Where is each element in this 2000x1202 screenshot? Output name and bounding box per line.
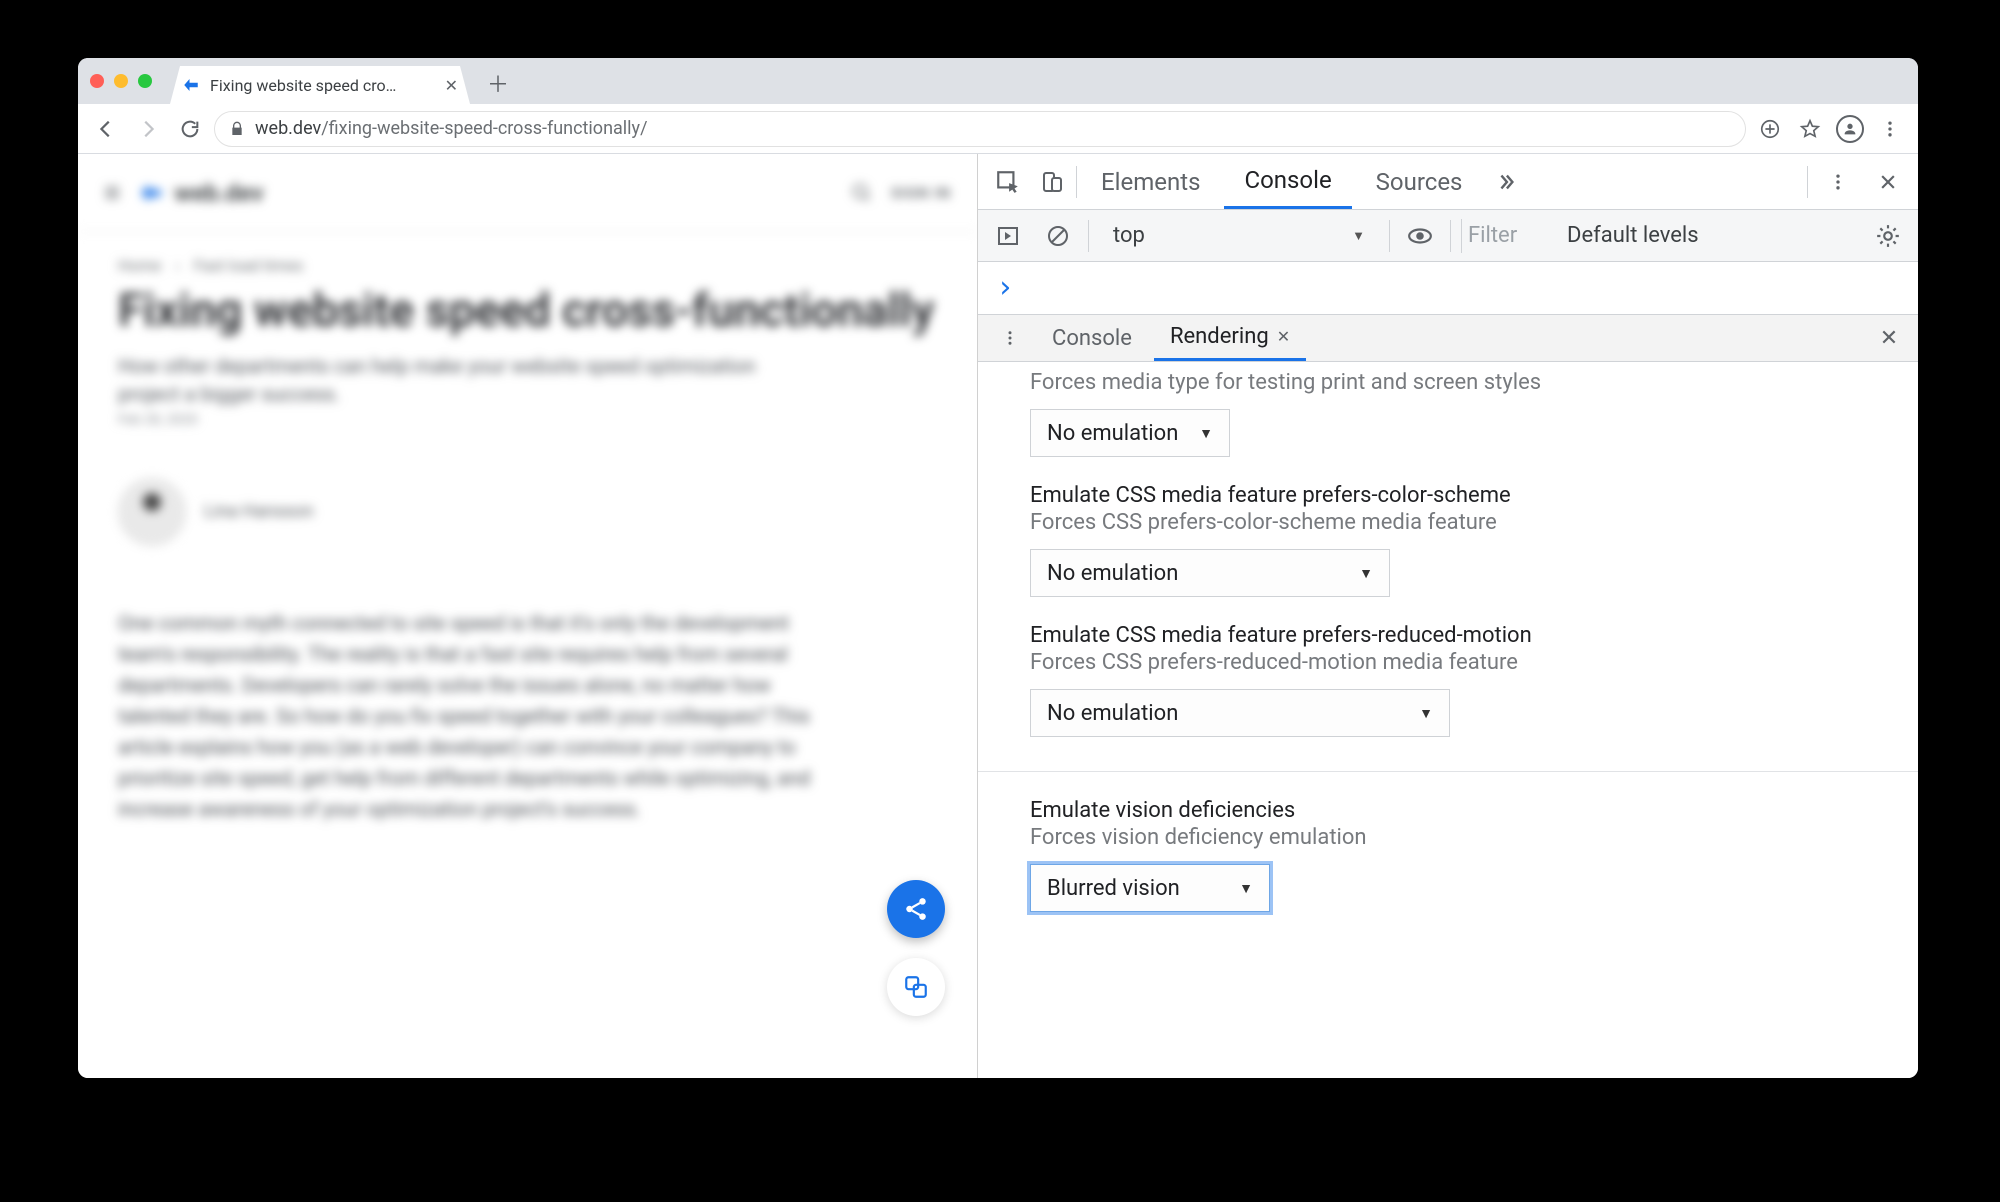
media-type-select[interactable]: No emulation▼ [1030, 409, 1230, 457]
more-tabs-icon[interactable] [1486, 162, 1526, 202]
vision-deficiencies-select[interactable]: Blurred vision▼ [1030, 864, 1270, 912]
rendering-drawer: Forces media type for testing print and … [978, 362, 1918, 1078]
site-brand[interactable]: web.dev [138, 179, 263, 207]
article-body: One common myth connected to site speed … [78, 546, 878, 825]
window-controls [90, 74, 152, 88]
vision-deficiencies-desc: Forces vision deficiency emulation [1030, 825, 1866, 850]
device-toolbar-icon[interactable] [1032, 162, 1072, 202]
reload-button[interactable] [172, 111, 208, 147]
minimize-window[interactable] [114, 74, 128, 88]
url-text: web.dev/fixing-website-speed-cross-funct… [255, 118, 648, 139]
drawer-menu-icon[interactable] [990, 318, 1030, 358]
browser-toolbar: web.dev/fixing-website-speed-cross-funct… [78, 104, 1918, 154]
console-toolbar: top▼ Filter Default levels [978, 210, 1918, 262]
prefers-color-scheme-title: Emulate CSS media feature prefers-color-… [1030, 483, 1866, 508]
vision-deficiencies-title: Emulate vision deficiencies [1030, 798, 1866, 823]
inspect-element-icon[interactable] [988, 162, 1028, 202]
devtools-menu-icon[interactable] [1818, 162, 1858, 202]
drawer-close-icon[interactable]: ✕ [1872, 326, 1906, 351]
favicon-icon [182, 76, 200, 94]
menu-icon[interactable]: ≡ [104, 176, 120, 209]
install-app-icon[interactable] [1752, 111, 1788, 147]
console-prompt[interactable]: › [978, 262, 1918, 314]
profile-button[interactable] [1832, 111, 1868, 147]
clear-console-icon[interactable] [1038, 216, 1078, 256]
chevron-right-icon: › [175, 256, 180, 275]
console-sidebar-toggle-icon[interactable] [988, 216, 1028, 256]
close-window[interactable] [90, 74, 104, 88]
tab-console[interactable]: Console [1224, 154, 1351, 209]
console-settings-icon[interactable] [1868, 216, 1908, 256]
secure-lock-icon [229, 121, 245, 137]
translate-fab[interactable] [887, 958, 945, 1016]
log-levels-select[interactable]: Default levels [1557, 223, 1709, 248]
forward-button[interactable] [130, 111, 166, 147]
browser-tab[interactable]: Fixing website speed cross-fu ✕ [170, 66, 470, 104]
address-bar[interactable]: web.dev/fixing-website-speed-cross-funct… [214, 111, 1746, 147]
devtools-panel: Elements Console Sources [978, 154, 1918, 1078]
prefers-color-scheme-select[interactable]: No emulation▼ [1030, 549, 1390, 597]
breadcrumb: Home › Fast load times [78, 232, 977, 275]
prefers-reduced-motion-desc: Forces CSS prefers-reduced-motion media … [1030, 650, 1866, 675]
tab-sources[interactable]: Sources [1356, 154, 1483, 209]
author-name: Lina Hansson [204, 501, 314, 522]
prefers-color-scheme-desc: Forces CSS prefers-color-scheme media fe… [1030, 510, 1866, 535]
media-type-desc: Forces media type for testing print and … [1030, 370, 1866, 395]
sign-in-link[interactable]: SIGN IN [891, 184, 951, 202]
live-expression-icon[interactable] [1400, 216, 1440, 256]
console-filter-input[interactable]: Filter [1461, 219, 1547, 253]
new-tab-button[interactable]: ＋ [484, 69, 512, 97]
tab-elements[interactable]: Elements [1081, 154, 1220, 209]
devtools-tabs: Elements Console Sources [978, 154, 1918, 210]
share-fab[interactable] [887, 880, 945, 938]
browser-window: Fixing website speed cross-fu ✕ ＋ [78, 58, 1918, 1078]
close-rendering-tab-icon[interactable]: ✕ [1277, 327, 1290, 346]
avatar [118, 478, 186, 546]
page-subtitle: How other departments can help make your… [78, 338, 838, 408]
search-icon[interactable] [851, 182, 873, 204]
drawer-tabs: Console Rendering ✕ ✕ [978, 314, 1918, 362]
crumb-home[interactable]: Home [118, 256, 161, 275]
prefers-reduced-motion-title: Emulate CSS media feature prefers-reduce… [1030, 623, 1866, 648]
drawer-tab-console[interactable]: Console [1036, 315, 1148, 361]
section-divider [978, 771, 1918, 772]
bookmark-star-icon[interactable] [1792, 111, 1828, 147]
devtools-close-icon[interactable] [1868, 162, 1908, 202]
drawer-tab-rendering[interactable]: Rendering ✕ [1154, 315, 1306, 361]
crumb-category[interactable]: Fast load times [194, 256, 303, 275]
prefers-reduced-motion-select[interactable]: No emulation▼ [1030, 689, 1450, 737]
publish-date: Feb 28, 2020 [78, 408, 977, 428]
browser-menu-icon[interactable] [1872, 111, 1908, 147]
tab-strip: Fixing website speed cross-fu ✕ ＋ [78, 58, 1918, 104]
back-button[interactable] [88, 111, 124, 147]
maximize-window[interactable] [138, 74, 152, 88]
execution-context-select[interactable]: top▼ [1099, 218, 1379, 254]
tab-title: Fixing website speed cross-fu [210, 76, 400, 95]
rendered-page: ≡ web.dev SIGN IN Home › [78, 154, 978, 1078]
page-title: Fixing website speed cross-functionally [78, 275, 977, 338]
tab-close-icon[interactable]: ✕ [445, 76, 458, 95]
